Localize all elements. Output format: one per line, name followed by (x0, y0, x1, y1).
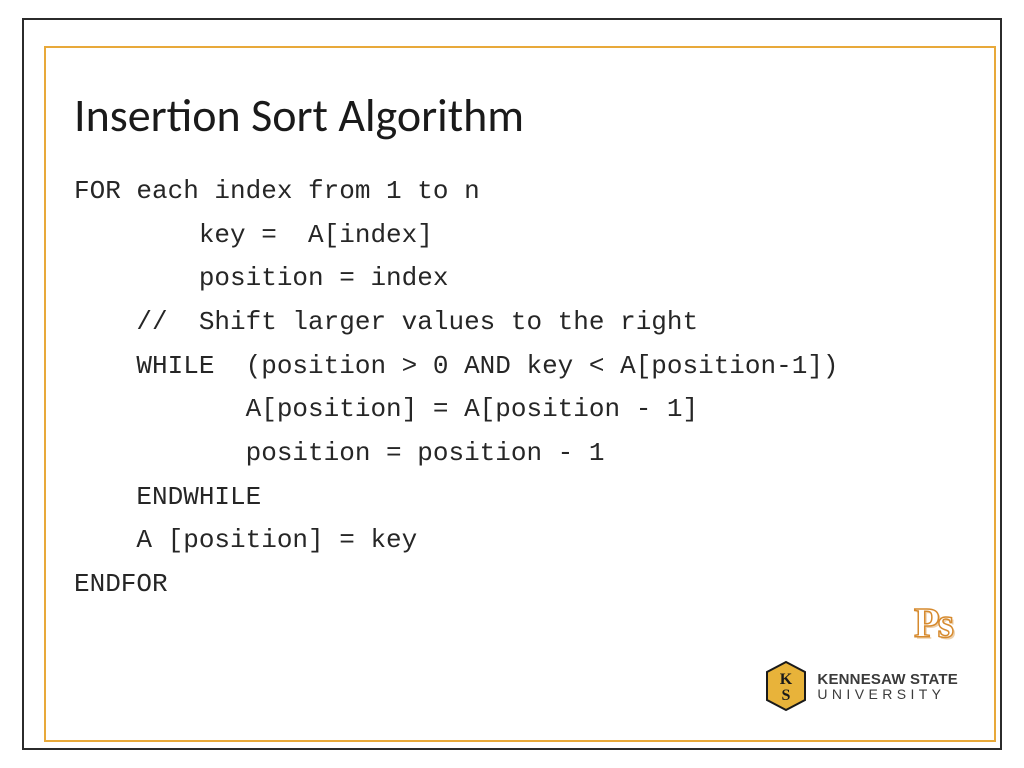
svg-text:S: S (782, 687, 791, 704)
code-line: A [position] = key (74, 525, 417, 555)
university-name: KENNESAW STATE UNIVERSITY (817, 672, 958, 701)
university-name-bottom: UNIVERSITY (817, 687, 958, 701)
ks-emblem-icon: K S (763, 660, 809, 712)
university-name-top: KENNESAW STATE (817, 672, 958, 687)
slide-title: Insertion Sort Algorithm (74, 88, 974, 144)
code-line: FOR each index from 1 to n (74, 176, 480, 206)
slide-outer-frame: Insertion Sort Algorithm FOR each index … (22, 18, 1002, 750)
code-line: WHILE (position > 0 AND key < A[position… (74, 351, 839, 381)
code-line: // Shift larger values to the right (74, 307, 698, 337)
code-line: ENDFOR (74, 569, 168, 599)
university-logo: K S KENNESAW STATE UNIVERSITY (763, 660, 958, 712)
code-line: key = A[index] (74, 220, 433, 250)
pseudocode-block: FOR each index from 1 to n key = A[index… (74, 170, 974, 607)
code-line: position = position - 1 (74, 438, 605, 468)
code-line: A[position] = A[position - 1] (74, 394, 698, 424)
ps-watermark-icon: Ps (914, 600, 952, 648)
slide-content: Insertion Sort Algorithm FOR each index … (74, 88, 974, 607)
code-line: ENDWHILE (74, 482, 261, 512)
code-line: position = index (74, 263, 448, 293)
svg-text:K: K (780, 671, 793, 688)
